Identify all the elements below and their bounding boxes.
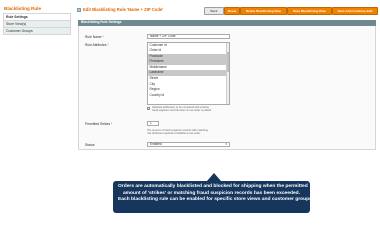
save-continue-button[interactable]: Save And Continue Edit xyxy=(332,6,378,15)
sidebar-item-customer-groups[interactable]: Customer Groups xyxy=(3,28,71,35)
rule-attributes-note: Selected attribute(s) to be compared wit… xyxy=(152,106,212,113)
sidebar-item-store-views[interactable]: Store View(s) xyxy=(3,21,71,28)
reset-button[interactable]: Reset xyxy=(224,6,240,15)
callout-arrow xyxy=(207,173,221,181)
chevron-down-icon: ▼ xyxy=(224,143,228,147)
form-panel: Rule Name * Name + ZIP Code Rule Attribu… xyxy=(78,25,376,150)
rule-name-label: Rule Name * xyxy=(85,34,104,39)
sidebar-title: Blacklisting Rule xyxy=(3,6,71,14)
page-icon xyxy=(77,7,81,12)
permitted-strikes-note: The amount of fraud suspicion records wi… xyxy=(147,128,208,135)
page-header: Edit Blacklisting Rule 'Name + ZIP Code'… xyxy=(76,5,378,16)
attributes-checkbox[interactable] xyxy=(147,106,150,110)
sidebar: Blacklisting Rule Rule Settings Store Vi… xyxy=(3,6,71,35)
rule-attributes-multiselect[interactable]: Customer Id Order Id Postcode Firstname … xyxy=(147,41,230,105)
sidebar-item-rule-settings[interactable]: Rule Settings xyxy=(3,14,71,21)
status-select[interactable]: Enabled ▼ xyxy=(147,141,230,147)
info-callout: Orders are automatically blacklisted and… xyxy=(113,181,314,213)
save-rule-button[interactable]: Save Blacklisting Rule xyxy=(287,6,332,15)
scrollbar-thumb[interactable] xyxy=(226,51,229,72)
rule-attributes-label: Rule Attributes * xyxy=(85,42,109,47)
multiselect-scrollbar[interactable] xyxy=(225,42,229,104)
status-label: Status xyxy=(85,142,95,147)
page-title: Edit Blacklisting Rule 'Name + ZIP Code' xyxy=(83,7,164,12)
callout-line: Each blacklisting rule can be enabled fo… xyxy=(118,197,314,203)
back-button[interactable]: Back xyxy=(204,6,224,15)
attribute-option[interactable]: Country Id xyxy=(148,93,229,99)
permitted-strikes-label: Permitted Strikes * xyxy=(85,121,113,126)
delete-rule-button[interactable]: Delete Blacklisting Rule xyxy=(240,6,287,15)
permitted-strikes-input[interactable]: 1 xyxy=(147,120,159,126)
rule-name-input[interactable]: Name + ZIP Code xyxy=(147,33,230,39)
callout-line: Orders are automatically blacklisted and… xyxy=(118,184,308,189)
